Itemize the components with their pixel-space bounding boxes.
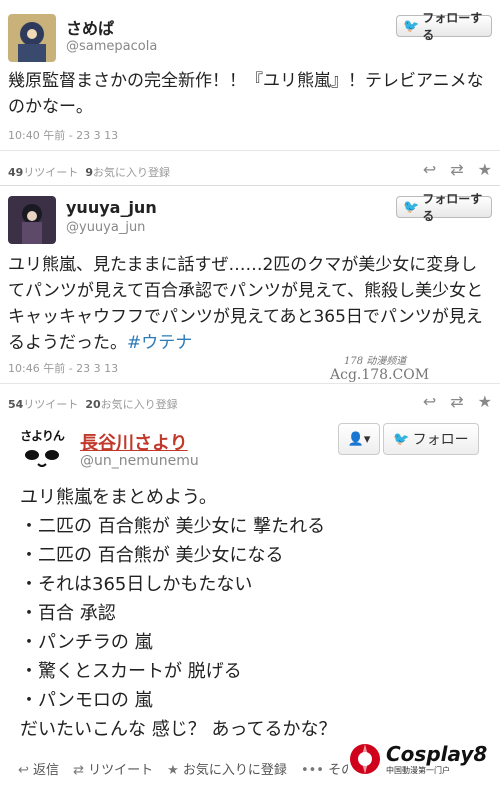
avatar[interactable]: さよりん [18,427,66,475]
favorite-icon[interactable]: ★ [478,160,492,179]
follow-button[interactable]: 🐦 フォローする [396,192,492,223]
user-name[interactable]: さめぱ [66,15,114,39]
avatar[interactable] [8,196,56,244]
retweet-icon[interactable]: ⇄ [450,392,463,411]
retweet-icon[interactable]: ⇄ [450,160,463,179]
retweet-icon: ⇄ [73,763,84,778]
retweet-button[interactable]: ⇄ リツイート [73,759,153,778]
twitter-bird-icon: 🐦 [403,18,420,34]
user-handle[interactable]: @un_nemunemu [80,453,199,469]
cosplay8-logo: Cosplay8 中国動漫第一门户 [348,737,494,781]
site-watermark: 178 动漫频道 Acg.178.COM [330,356,430,383]
tweet-text: ユリ熊嵐をまとめよう。 ・二匹の 百合熊が 美少女に 撃たれる ・二匹の 百合熊… [20,487,337,740]
tweet-2: yuuya_jun @yuuya_jun 🐦 フォローする ユリ熊嵐、見たままに話… [0,186,500,421]
favorite-icon[interactable]: ★ [478,392,492,411]
reply-icon[interactable]: ↩ [423,392,436,411]
twitter-bird-icon: 🐦 [403,199,420,215]
user-name[interactable]: yuuya_jun [66,198,157,217]
tweet-actions: ↩ ⇄ ★ [423,160,492,179]
follow-button[interactable]: 🐦 フォロー [383,423,479,455]
tweet-1: さめぱ @samepacola 🐦 フォローする 幾原監督まさかの完全新作！！『ユ… [0,0,500,185]
tweet-text: ユリ熊嵐、見たままに話すぜ……2匹のクマが美少女に変身してパンツが見えて百合承認… [8,255,484,353]
user-handle[interactable]: @samepacola [66,39,157,54]
divider [0,383,500,384]
avatar[interactable] [8,14,56,62]
reply-icon: ↩ [18,763,29,778]
favorite-icon: ★ [167,763,179,778]
logo-mark-icon [350,744,380,774]
follow-button[interactable]: 🐦 フォローする [396,11,492,42]
timestamp[interactable]: 10:40 午前 - 23 3 13 [8,127,118,143]
tweet-actions: ↩ 返信 ⇄ リツイート ★ お気に入りに登録 ••• その他 [18,759,367,778]
tweet-stats: 54リツイート 20お気に入り登録 [8,398,178,411]
tweet-3: さよりん 長谷川さより @un_nemunemu 👤▾ 🐦 フォロー ユリ熊嵐をま… [0,421,500,789]
reply-button[interactable]: ↩ 返信 [18,759,59,778]
tweet-stats: 49リツイート 9お気に入り登録 [8,166,170,179]
hashtag-link[interactable]: #ウテナ [127,333,192,353]
tweet-text: 幾原監督まさかの完全新作！！『ユリ熊嵐』！テレビアニメなのかなー。 [8,71,484,117]
tweet-actions: ↩ ⇄ ★ [423,392,492,411]
more-icon: ••• [300,763,324,778]
face-icon [25,450,59,467]
user-name[interactable]: 長谷川さより [80,429,188,455]
favorite-button[interactable]: ★ お気に入りに登録 [167,759,287,778]
divider [0,150,500,151]
user-menu-button[interactable]: 👤▾ [338,423,380,455]
user-icon: 👤▾ [347,431,371,447]
reply-icon[interactable]: ↩ [423,160,436,179]
twitter-bird-icon: 🐦 [393,431,410,447]
timestamp[interactable]: 10:46 午前 - 23 3 13 [8,360,118,376]
user-handle[interactable]: @yuuya_jun [66,220,145,235]
